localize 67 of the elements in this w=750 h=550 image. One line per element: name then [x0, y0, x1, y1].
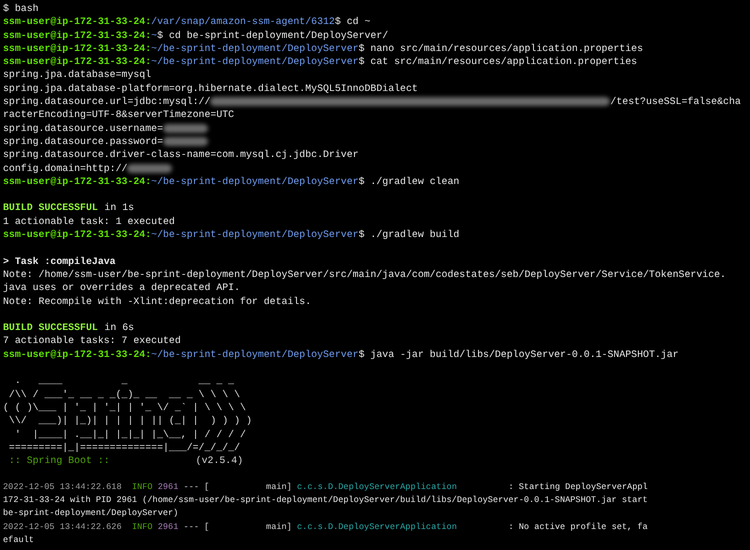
log-thread: --- [ main]	[184, 480, 292, 494]
command-text: $ nano src/main/resources/application.properties	[358, 42, 644, 56]
output-text: spring.datasource.driver-class-name=com.mysql.cj.jdbc.Driver	[3, 148, 359, 162]
redaction-blur	[163, 124, 208, 133]
log-message: : Starting DeployServerAppl	[508, 480, 648, 494]
prompt-path: /var/snap/amazon-ssm-agent/6312	[151, 15, 335, 29]
log-level: INFO	[132, 480, 153, 494]
banner-art: ( ( )\___ | '_ | '_| | '_ \/ _` | \ \ \ \	[3, 400, 246, 414]
redaction-blur	[127, 164, 172, 173]
output-text: spring.jpa.database=mysql	[3, 68, 152, 82]
log-message: : No active profile set, fa	[508, 520, 648, 534]
output-text: /test?useSSL=false&cha	[610, 95, 741, 108]
prompt-host: ssm-user@ip-172-31-33-24:	[3, 55, 152, 68]
banner-art: ' |____| .__|_| |_|_| |_\__, | / / / /	[14, 428, 246, 441]
output-text: spring.datasource.username=	[3, 122, 164, 135]
banner-art: /\\ / ___'_ __ _ _(_)_ __ __ _ \ \ \ \	[8, 388, 240, 401]
prompt-host: ssm-user@ip-172-31-33-24:	[3, 348, 152, 362]
output-text: 1 actionable task: 1 executed	[3, 214, 175, 228]
output-text: $ bash	[3, 2, 39, 16]
prompt-host: ssm-user@ip-172-31-33-24:	[3, 228, 152, 242]
banner-art: =========|_|==============|___/=/_/_/_/	[8, 440, 240, 454]
log-thread: --- [ main]	[184, 520, 292, 534]
log-level: INFO	[132, 520, 153, 534]
prompt-path: ~/be-sprint-deployment/DeployServer	[151, 55, 359, 68]
command-text: $ java -jar build/libs/DeployServer-0.0.1-SNAPSHOT.jar	[358, 348, 679, 362]
output-text: 172-31-33-24 with PID 2961 (/home/ssm-user/be-sprint-deployment/DeployServer/build/libs/DeployServer-0.0.1-SNAPSHOT.jar start	[3, 494, 648, 507]
prompt-host: ssm-user@ip-172-31-33-24:	[3, 42, 152, 56]
output-text: racterEncoding=UTF-8&serverTimezone=UTC	[3, 108, 234, 122]
command-text: $ cat src/main/resources/application.properties	[358, 55, 638, 68]
command-text: $ cd be-sprint-deployment/DeployServer/	[157, 28, 388, 42]
output-text: spring.datasource.password=	[3, 134, 164, 148]
banner-art: \\/ ___)| |_)| | | | | || (_| | ) ) ) )	[8, 414, 252, 428]
build-time: in 6s	[104, 321, 134, 334]
output-text: Note: /home/ssm-user/be-sprint-deployment/DeployServer/src/main/java/com/codestates/seb/DeployServer/Service/TokenService.	[3, 268, 726, 282]
output-text: spring.jpa.database-platform=org.hibernate.dialect.MySQL5InnoDBDialect	[3, 82, 418, 96]
log-pid: 2961	[158, 480, 178, 494]
log-pid: 2961	[158, 520, 178, 534]
log-logger: c.c.s.D.DeployServerApplication	[297, 520, 458, 534]
spring-boot-label: :: Spring Boot ::	[8, 454, 110, 468]
output-text: java uses or overrides a deprecated API.	[3, 281, 240, 295]
log-timestamp: 2022-12-05 13:44:22.626	[3, 520, 122, 534]
prompt-host: ssm-user@ip-172-31-33-24:	[3, 174, 152, 188]
prompt-path: ~/be-sprint-deployment/DeployServer	[151, 348, 359, 362]
prompt-path: ~	[151, 28, 158, 42]
task-heading: > Task :compileJava	[3, 254, 116, 268]
build-status: BUILD SUCCESSFUL	[3, 321, 98, 334]
prompt-path: ~/be-sprint-deployment/DeployServer	[151, 42, 359, 56]
build-status: BUILD SUCCESSFUL	[3, 201, 98, 215]
command-text: $ ./gradlew clean	[358, 174, 460, 188]
banner-art: . ____ _ __ _ _	[14, 374, 234, 388]
redaction-blur	[163, 137, 208, 146]
prompt-path: ~/be-sprint-deployment/DeployServer	[151, 228, 359, 242]
prompt-host: ssm-user@ip-172-31-33-24:	[3, 28, 152, 42]
prompt-host: ssm-user@ip-172-31-33-24:	[3, 15, 152, 29]
command-text: $ ./gradlew build	[358, 228, 460, 242]
output-text: Note: Recompile with -Xlint:deprecation for details.	[3, 294, 312, 308]
output-text: be-sprint-deployment/DeployServer)	[3, 507, 178, 520]
output-text: spring.datasource.url=jdbc:mysql://	[3, 95, 210, 108]
output-text: efault	[3, 534, 34, 547]
log-logger: c.c.s.D.DeployServerApplication	[297, 480, 458, 494]
log-timestamp: 2022-12-05 13:44:22.618	[3, 480, 122, 494]
build-time: in 1s	[104, 201, 134, 215]
version-text: (v2.5.4)	[196, 454, 244, 468]
prompt-path: ~/be-sprint-deployment/DeployServer	[151, 174, 359, 188]
output-text: config.domain=http://	[3, 162, 128, 175]
command-text: $ cd ~	[334, 15, 370, 29]
output-text: 7 actionable tasks: 7 executed	[3, 334, 181, 348]
